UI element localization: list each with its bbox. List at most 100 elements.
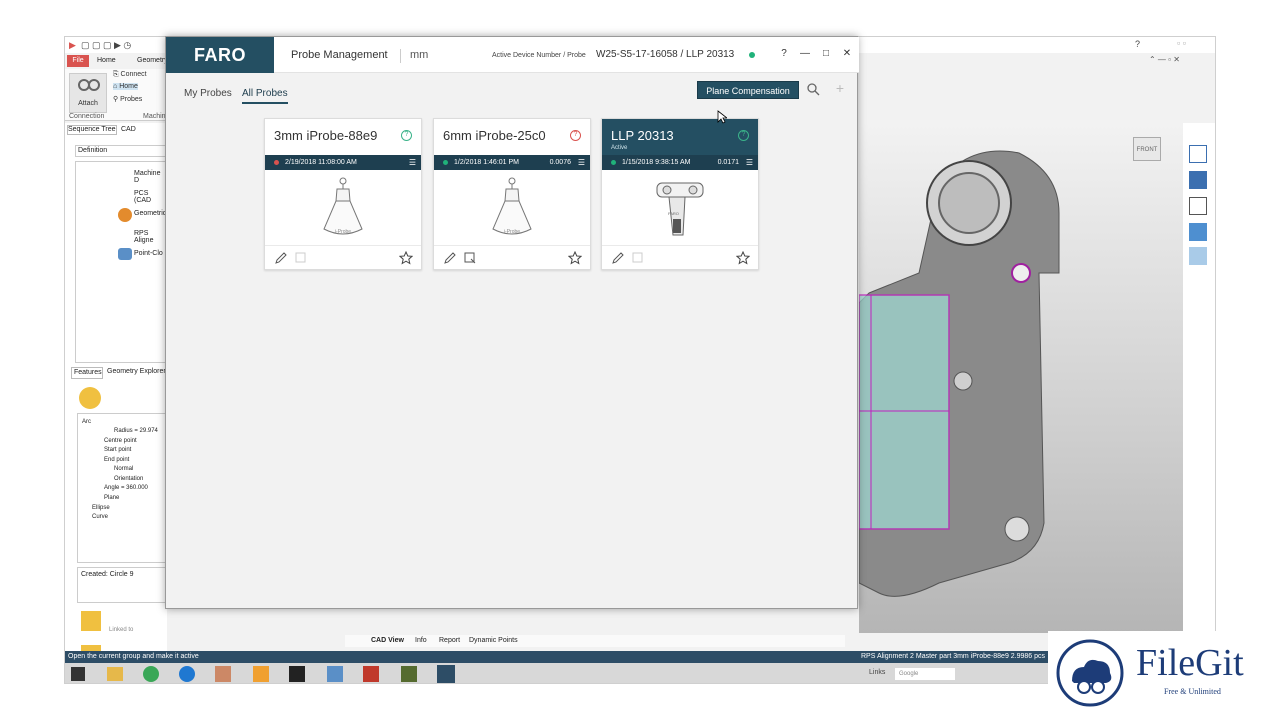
- card-footer: [434, 245, 590, 269]
- probe-card[interactable]: 3mm iProbe-88e9 ? 2/19/2018 11:08:00 AM …: [264, 118, 422, 270]
- llp-scanner-image: FARO: [656, 182, 704, 236]
- google-search[interactable]: Google: [895, 668, 955, 680]
- tree-item-machine[interactable]: Machine D: [134, 170, 166, 184]
- probe-name: 6mm iProbe-25c0: [443, 128, 546, 143]
- attach-button[interactable]: Attach: [69, 73, 107, 113]
- help-icon[interactable]: ?: [1135, 39, 1140, 49]
- card-info-bar: 2/19/2018 11:08:00 AM ☰: [265, 155, 421, 170]
- favorite-star-icon[interactable]: [568, 251, 582, 265]
- view-wire-icon[interactable]: [1189, 197, 1207, 215]
- ie-icon[interactable]: [179, 666, 195, 682]
- dialog-close-button[interactable]: ✕: [839, 46, 855, 62]
- probes-button[interactable]: ⚲ Probes: [113, 95, 142, 103]
- tab-sequence-tree[interactable]: Sequence Tree: [67, 125, 117, 135]
- left-panel: Sequence Tree CAD Definition Machine D P…: [65, 123, 167, 665]
- dialog-help-button[interactable]: ?: [776, 46, 792, 62]
- cad-model-drawing: [859, 150, 1060, 597]
- connect-label: Connect: [120, 71, 147, 78]
- card-menu-icon[interactable]: ☰: [746, 155, 753, 170]
- geo-plane[interactable]: Plane: [104, 494, 119, 504]
- app-icon[interactable]: ▶: [69, 40, 76, 51]
- svg-text:i-Probe: i-Probe: [504, 229, 520, 235]
- geo-start[interactable]: Start point: [104, 446, 131, 456]
- dialog-maximize-button[interactable]: □: [818, 46, 834, 62]
- mouse-cursor: [717, 110, 727, 124]
- units-label[interactable]: mm: [400, 49, 428, 63]
- probe-name: LLP 20313: [611, 128, 674, 143]
- geo-angle[interactable]: Angle = 360.000: [104, 484, 148, 494]
- definition-select[interactable]: Definition: [75, 145, 167, 157]
- connect-button[interactable]: ⎘ Connect: [113, 71, 147, 79]
- tab-report[interactable]: Report: [439, 637, 460, 644]
- card-footer: [265, 245, 421, 269]
- tree-item-rps-align[interactable]: RPS Aligne: [134, 230, 166, 244]
- probe-card-active[interactable]: LLP 20313 Active ? 1/15/2018 9:38:15 AM …: [601, 118, 759, 270]
- geo-arc[interactable]: Arc: [82, 418, 91, 428]
- geo-curve[interactable]: Curve: [92, 513, 108, 523]
- tab-my-probes[interactable]: My Probes: [184, 88, 232, 99]
- view-cube-front[interactable]: FRONT: [1133, 137, 1161, 161]
- favorite-star-icon[interactable]: [399, 251, 413, 265]
- edit-icon[interactable]: [274, 251, 288, 265]
- edit-icon[interactable]: [611, 251, 625, 265]
- home-button[interactable]: ⌂ Home: [113, 83, 138, 90]
- powerpoint-icon[interactable]: [363, 666, 379, 682]
- view-transparent-icon[interactable]: [1189, 247, 1207, 265]
- tab-home[interactable]: Home: [97, 55, 116, 67]
- compensate-icon[interactable]: [631, 251, 645, 265]
- tab-file[interactable]: File: [67, 55, 89, 67]
- active-device-label: Active Device Number / Probe: [492, 52, 586, 59]
- app-probe-icon[interactable]: [401, 666, 417, 682]
- chrome-icon[interactable]: [143, 666, 159, 682]
- dialog-title: Probe Management: [291, 49, 388, 61]
- fit-view-icon[interactable]: [1189, 145, 1207, 163]
- cad-viewport[interactable]: FRONT: [859, 123, 1183, 633]
- card-menu-icon[interactable]: ☰: [578, 155, 585, 170]
- tab-dynamic-points[interactable]: Dynamic Points: [469, 637, 518, 644]
- snipping-icon[interactable]: [215, 666, 231, 682]
- tree-item-point-cloud[interactable]: Point-Clo: [134, 250, 163, 257]
- windows-start-icon[interactable]: [71, 667, 85, 681]
- geo-normal[interactable]: Normal: [114, 465, 133, 475]
- tab-info[interactable]: Info: [415, 637, 427, 644]
- ribbon-window-controls[interactable]: ⌃ — ▫ ✕: [1149, 55, 1180, 64]
- compensate-icon[interactable]: [294, 251, 308, 265]
- app-monitor-icon[interactable]: [327, 666, 343, 682]
- app-vx-icon[interactable]: [289, 666, 305, 682]
- ribbon-group-connection: Connection: [69, 113, 105, 120]
- compensate-icon[interactable]: [463, 251, 477, 265]
- tab-cad-view[interactable]: CAD View: [371, 637, 404, 644]
- window-controls[interactable]: ▫ ▫: [1177, 38, 1186, 48]
- edit-icon[interactable]: [443, 251, 457, 265]
- favorite-star-icon[interactable]: [736, 251, 750, 265]
- tab-geometry[interactable]: Geometry: [137, 55, 168, 67]
- app-p-icon[interactable]: [253, 666, 269, 682]
- search-icon[interactable]: [806, 82, 820, 96]
- linked-to-label: Linked to: [109, 627, 134, 633]
- file-explorer-icon[interactable]: [107, 667, 123, 681]
- links-label[interactable]: Links: [869, 669, 885, 676]
- quick-access-icons[interactable]: ▢ ▢ ▢ ▶ ◷: [81, 40, 131, 51]
- tab-features[interactable]: Features: [71, 367, 103, 379]
- probe-card[interactable]: 6mm iProbe-25c0 ? 1/2/2018 1:46:01 PM 0.…: [433, 118, 591, 270]
- home-label: Home: [119, 83, 138, 90]
- tab-geometry-explorer[interactable]: Geometry Explorer: [107, 368, 166, 375]
- app-faro-icon[interactable]: [437, 665, 455, 683]
- card-header: 6mm iProbe-25c0 ?: [434, 119, 590, 155]
- add-feature-button[interactable]: [81, 611, 101, 631]
- svg-text:i-Probe: i-Probe: [335, 229, 351, 235]
- tree-item-geometric[interactable]: Geometric: [134, 210, 166, 217]
- view-iso-icon[interactable]: [1189, 171, 1207, 189]
- add-probe-icon[interactable]: +: [833, 81, 847, 95]
- geo-radius[interactable]: Radius = 29.974: [114, 427, 158, 437]
- tree-item-pcs[interactable]: PCS (CAD: [134, 190, 166, 204]
- view-shaded-icon[interactable]: [1189, 223, 1207, 241]
- probe-name: 3mm iProbe-88e9: [274, 128, 378, 143]
- card-menu-icon[interactable]: ☰: [409, 155, 416, 170]
- dialog-minimize-button[interactable]: —: [797, 46, 813, 62]
- tab-all-probes[interactable]: All Probes: [242, 88, 288, 104]
- view-toolbar: [1183, 123, 1215, 633]
- tab-cad[interactable]: CAD: [121, 126, 136, 133]
- probe-state-dot: [611, 160, 616, 165]
- plane-compensation-button[interactable]: Plane Compensation: [697, 81, 799, 99]
